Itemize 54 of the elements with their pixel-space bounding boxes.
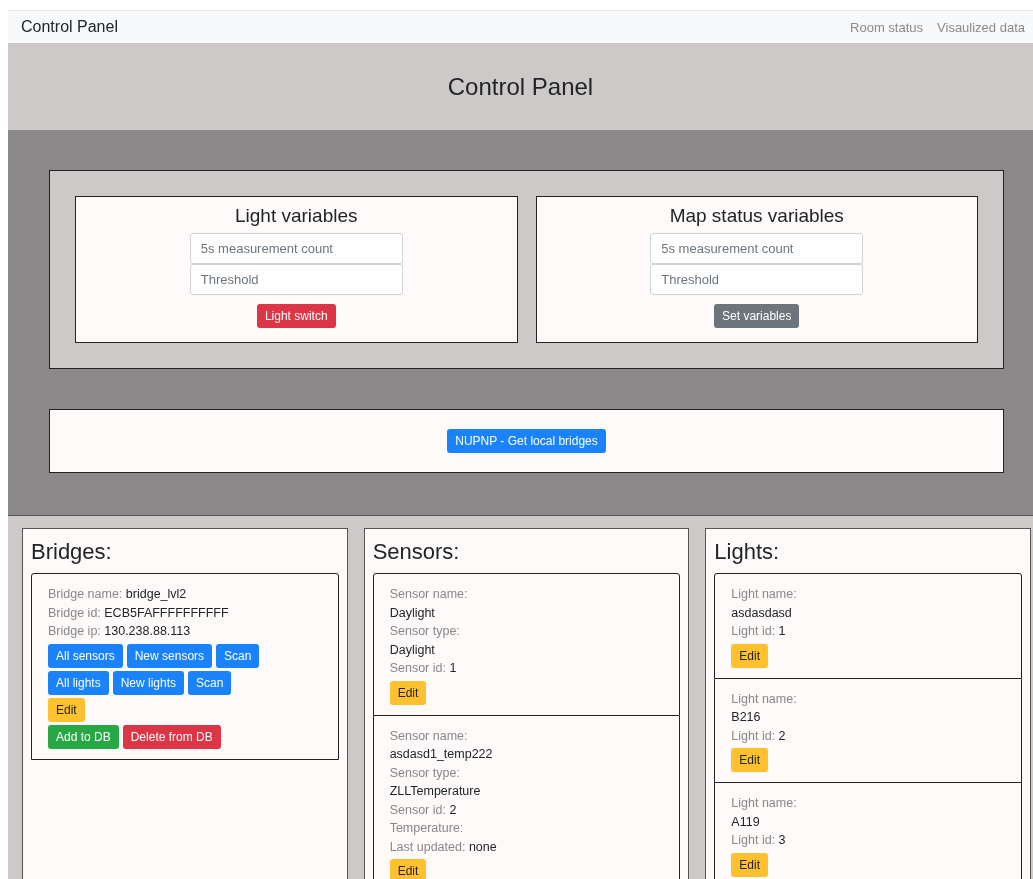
action-button[interactable]: Scan bbox=[188, 670, 232, 695]
navbar-brand[interactable]: Control Panel bbox=[21, 18, 118, 36]
page-title: Control Panel bbox=[447, 72, 594, 101]
column-title: Bridges: bbox=[31, 539, 113, 565]
action-button[interactable]: All sensors bbox=[48, 643, 123, 668]
action-button[interactable]: Edit bbox=[48, 697, 85, 722]
action-button[interactable]: Edit bbox=[389, 859, 427, 879]
field-value: asdasdasd bbox=[731, 604, 793, 622]
input-field[interactable]: 5s measurement count bbox=[189, 233, 403, 264]
field-text: Bridge ip: 130.238.88.113 bbox=[48, 623, 192, 640]
input-field[interactable]: 5s measurement count bbox=[650, 233, 864, 264]
action-button[interactable]: New lights bbox=[112, 670, 185, 695]
field-label: Sensor type: bbox=[389, 764, 461, 782]
action-button[interactable]: Set variables bbox=[714, 304, 800, 328]
input-field[interactable]: Threshold bbox=[650, 264, 864, 295]
field-text: Bridge id: ECB5FAFFFFFFFFFF bbox=[48, 604, 230, 622]
field-label: Sensor name: bbox=[389, 586, 469, 603]
action-button[interactable]: Edit bbox=[731, 748, 768, 772]
action-button[interactable]: Edit bbox=[731, 852, 768, 877]
field-text: Light id: 2 bbox=[731, 727, 787, 745]
action-button[interactable]: Edit bbox=[731, 643, 768, 668]
field-label: Sensor type: bbox=[389, 623, 461, 640]
input-field[interactable]: Threshold bbox=[189, 264, 403, 295]
field-value: B216 bbox=[731, 709, 762, 726]
field-value: Daylight bbox=[389, 641, 436, 659]
field-text: Light id: 1 bbox=[731, 623, 787, 640]
nav-link[interactable]: Room status bbox=[850, 19, 924, 35]
column-title: Sensors: bbox=[372, 539, 461, 565]
action-button[interactable]: Delete from DB bbox=[122, 724, 221, 749]
action-button[interactable]: New sensors bbox=[126, 643, 213, 668]
field-text: Sensor id: 2 bbox=[389, 801, 458, 819]
field-value: Daylight bbox=[389, 604, 436, 622]
field-label: Light name: bbox=[731, 586, 798, 603]
field-text: Bridge name: bridge_lvl2 bbox=[48, 586, 188, 603]
field-label: Light name: bbox=[731, 795, 798, 812]
field-text: Temperature: bbox=[389, 820, 465, 837]
field-label: Sensor name: bbox=[389, 727, 469, 745]
field-value: ZLLTemperature bbox=[389, 783, 482, 800]
nav-link[interactable]: Visaulized data bbox=[937, 19, 1025, 35]
action-button[interactable]: Add to DB bbox=[48, 724, 119, 749]
field-value: A119 bbox=[731, 813, 761, 831]
field-text: Last updated: none bbox=[389, 838, 498, 856]
field-text: Sensor id: 1 bbox=[389, 660, 458, 677]
card-title: Map status variables bbox=[669, 205, 844, 227]
action-button[interactable]: Edit bbox=[389, 680, 427, 705]
action-button[interactable]: Light switch bbox=[256, 304, 336, 328]
column-title: Lights: bbox=[714, 539, 781, 565]
field-value: asdasd1_temp222 bbox=[389, 746, 494, 763]
field-text: Light id: 3 bbox=[731, 832, 787, 849]
action-button[interactable]: Scan bbox=[216, 643, 260, 668]
field-label: Light name: bbox=[731, 690, 798, 708]
card-title: Light variables bbox=[235, 205, 358, 227]
get-bridges-button[interactable]: NUPNP - Get local bridges bbox=[447, 429, 606, 453]
action-button[interactable]: All lights bbox=[48, 670, 109, 695]
